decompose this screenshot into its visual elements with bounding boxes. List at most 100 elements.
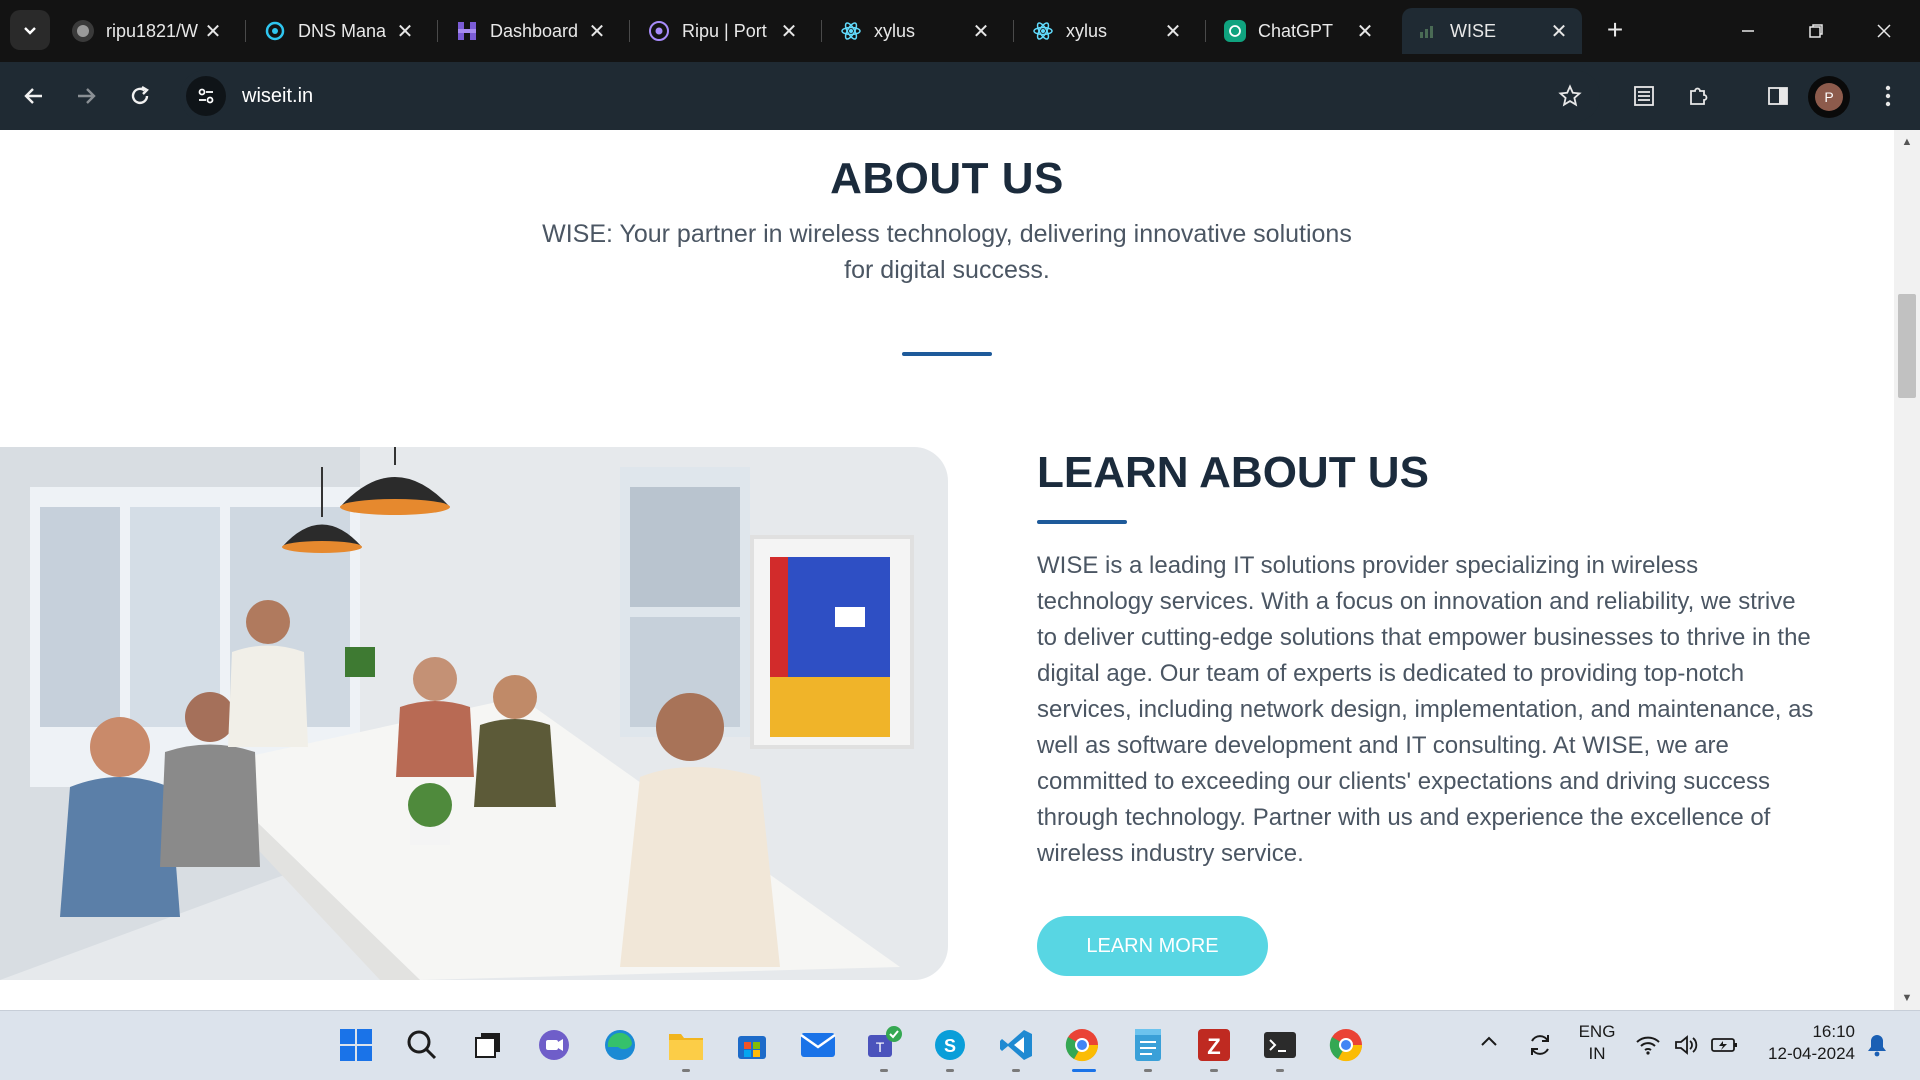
browser-toolbar: wiseit.in P [0, 62, 1920, 130]
profile-avatar[interactable]: P [1808, 76, 1850, 118]
tab-github[interactable]: ripu1821/W ✕ [58, 8, 236, 54]
tab-chatgpt[interactable]: ChatGPT ✕ [1210, 8, 1388, 54]
region-code: IN [1588, 1044, 1606, 1063]
tab-label: WISE [1450, 20, 1497, 41]
svg-text:T: T [876, 1039, 885, 1055]
portfolio-icon [648, 20, 670, 42]
windows-taskbar: T S Z ENG IN 16:10 12-04-2024 [0, 1010, 1920, 1080]
teams-icon[interactable]: T [862, 1023, 906, 1067]
arrow-left-icon [24, 88, 42, 104]
sync-icon[interactable] [1518, 1023, 1562, 1067]
puzzle-icon [1690, 87, 1708, 105]
tab-label: xylus [874, 20, 916, 41]
address-bar[interactable]: wiseit.in [180, 70, 1600, 122]
vscode-icon[interactable] [994, 1023, 1038, 1067]
mail-icon[interactable] [796, 1023, 840, 1067]
microsoft-store-icon[interactable] [730, 1023, 774, 1067]
tab-separator [821, 20, 822, 42]
chrome-icon[interactable] [1324, 1023, 1368, 1067]
reading-list-button[interactable] [1622, 74, 1666, 118]
new-tab-button[interactable]: + [1598, 12, 1632, 48]
tab-label: Dashboard [490, 20, 579, 41]
kebab-menu-icon [1885, 85, 1891, 107]
browser-tab-strip: ripu1821/W ✕ DNS Mana ✕ Dashboard ✕ Ripu… [0, 0, 1920, 62]
back-button[interactable] [12, 74, 56, 118]
close-icon[interactable]: ✕ [1352, 18, 1378, 44]
close-icon[interactable]: ✕ [968, 18, 994, 44]
tab-label: DNS Mana [298, 20, 387, 41]
arrow-right-icon [78, 88, 96, 104]
close-icon[interactable]: ✕ [776, 18, 802, 44]
tab-dns[interactable]: DNS Mana ✕ [250, 8, 428, 54]
tab-portfolio[interactable]: Ripu | Port ✕ [634, 8, 812, 54]
scroll-up-arrow-icon[interactable]: ▲ [1894, 130, 1920, 154]
close-window-button[interactable] [1850, 0, 1918, 62]
learn-heading: LEARN ABOUT US [1037, 448, 1429, 497]
reload-icon [131, 85, 149, 105]
minimize-button[interactable] [1714, 0, 1782, 62]
windows-start-icon[interactable] [334, 1023, 378, 1067]
tab-wise[interactable]: WISE ✕ [1402, 8, 1582, 54]
search-icon[interactable] [400, 1023, 444, 1067]
about-divider [902, 352, 992, 356]
notepad-icon[interactable] [1126, 1023, 1170, 1067]
close-icon[interactable]: ✕ [1160, 18, 1186, 44]
clock[interactable]: 16:10 12-04-2024 [1755, 1021, 1855, 1065]
tab-dashboard[interactable]: Dashboard ✕ [442, 8, 620, 54]
learn-description: WISE is a leading IT solutions provider … [1037, 552, 1814, 867]
url-text[interactable]: wiseit.in [242, 85, 313, 108]
tab-xylus-2[interactable]: xylus ✕ [1018, 8, 1196, 54]
language-indicator[interactable]: ENG IN [1572, 1021, 1622, 1065]
clock-date: 12-04-2024 [1768, 1044, 1855, 1063]
skype-icon[interactable]: S [928, 1023, 972, 1067]
extensions-button[interactable] [1676, 74, 1720, 118]
profile-initial: P [1815, 83, 1843, 111]
tab-search-button[interactable] [10, 10, 50, 50]
chrome-icon[interactable] [1060, 1023, 1104, 1067]
learn-divider [1037, 520, 1127, 524]
dashboard-icon [456, 20, 478, 42]
battery-icon[interactable] [1708, 1023, 1740, 1067]
page-scrollbar[interactable]: ▲ ▼ [1894, 130, 1920, 1010]
tab-separator [629, 20, 630, 42]
volume-icon[interactable] [1670, 1023, 1702, 1067]
chatgpt-icon [1224, 20, 1246, 42]
running-indicator [1144, 1069, 1152, 1072]
close-icon [1877, 24, 1891, 38]
restore-button[interactable] [1782, 0, 1850, 62]
site-info-button[interactable] [186, 76, 226, 116]
browser-menu-button[interactable] [1866, 74, 1910, 118]
tab-label: ChatGPT [1258, 20, 1334, 41]
dns-icon [264, 20, 286, 42]
tray-overflow-icon[interactable] [1480, 1031, 1498, 1052]
learn-more-button[interactable]: LEARN MORE [1037, 916, 1268, 976]
file-explorer-icon[interactable] [664, 1023, 708, 1067]
task-view-icon[interactable] [466, 1023, 510, 1067]
forward-button[interactable] [64, 74, 108, 118]
tab-xylus-1[interactable]: xylus ✕ [826, 8, 1004, 54]
edge-icon[interactable] [598, 1023, 642, 1067]
tab-separator [245, 20, 246, 42]
terminal-icon[interactable] [1258, 1023, 1302, 1067]
wifi-icon[interactable] [1632, 1023, 1664, 1067]
close-icon[interactable]: ✕ [392, 18, 418, 44]
filezilla-icon[interactable]: Z [1192, 1023, 1236, 1067]
running-indicator [880, 1069, 888, 1072]
clock-time: 16:10 [1812, 1022, 1855, 1041]
scrollbar-thumb[interactable] [1898, 294, 1916, 398]
tab-separator [1013, 20, 1014, 42]
side-panel-button[interactable] [1756, 74, 1800, 118]
bookmark-button[interactable] [1548, 74, 1592, 118]
running-indicator [1276, 1069, 1284, 1072]
running-indicator [946, 1069, 954, 1072]
about-heading: ABOUT US [830, 154, 1064, 203]
close-icon[interactable]: ✕ [200, 18, 226, 44]
tab-label: ripu1821/W [106, 20, 199, 41]
notification-bell-icon[interactable] [1862, 1023, 1892, 1067]
tab-separator [1205, 20, 1206, 42]
chat-icon[interactable] [532, 1023, 576, 1067]
close-icon[interactable]: ✕ [1546, 18, 1572, 44]
reload-button[interactable] [118, 74, 162, 118]
scroll-down-arrow-icon[interactable]: ▼ [1894, 986, 1920, 1010]
close-icon[interactable]: ✕ [584, 18, 610, 44]
